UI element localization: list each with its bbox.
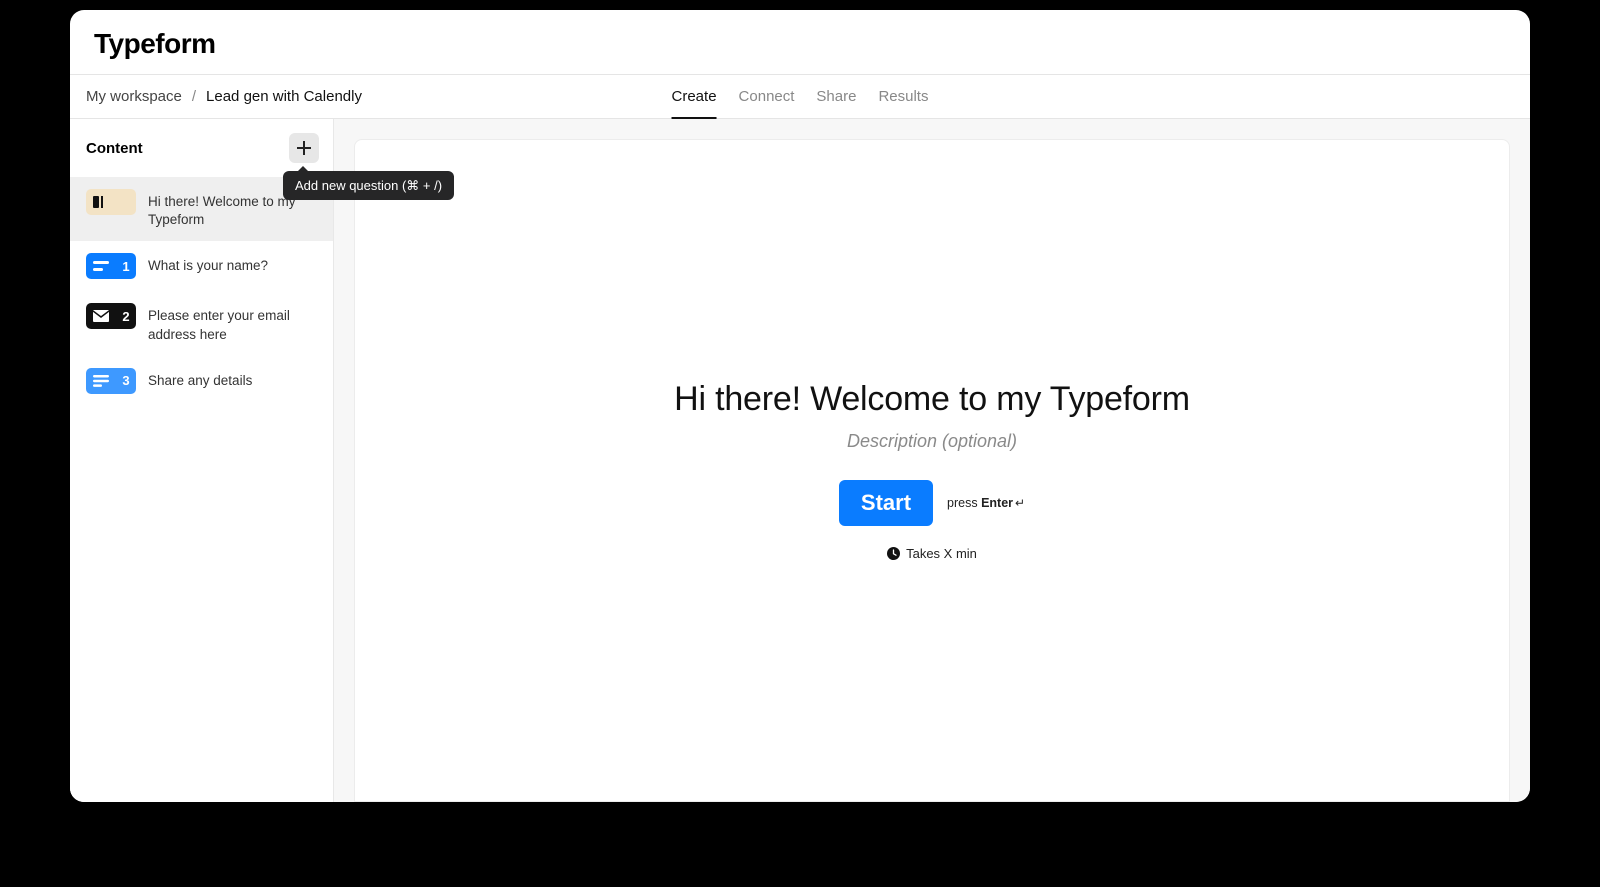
- question-number: 2: [116, 309, 136, 324]
- sidebar-title: Content: [86, 140, 143, 157]
- welcome-screen-icon: [86, 189, 116, 215]
- press-enter-hint: press Enter↵: [947, 496, 1025, 510]
- question-badge: [86, 189, 136, 215]
- breadcrumb-workspace[interactable]: My workspace: [86, 88, 182, 105]
- breadcrumb-separator: /: [192, 88, 196, 105]
- header-row: My workspace / Lead gen with Calendly Cr…: [70, 75, 1530, 119]
- app-window: Typeform My workspace / Lead gen with Ca…: [70, 10, 1530, 802]
- question-badge: 3: [86, 368, 136, 394]
- question-label: Share any details: [148, 368, 252, 390]
- start-row: Start press Enter↵: [612, 480, 1252, 526]
- start-button[interactable]: Start: [839, 480, 933, 526]
- tab-connect[interactable]: Connect: [739, 75, 795, 118]
- takes-time-row: Takes X min: [612, 546, 1252, 561]
- long-text-icon: [86, 368, 116, 394]
- body: Content Add new question (⌘ + /) Hi ther…: [70, 119, 1530, 802]
- question-number: 1: [116, 259, 136, 274]
- breadcrumb: My workspace / Lead gen with Calendly: [86, 88, 362, 105]
- plus-icon: [297, 141, 311, 155]
- brand-logo: Typeform: [94, 28, 1506, 60]
- sidebar-item-question-3[interactable]: 3 Share any details: [70, 356, 333, 406]
- email-icon: [86, 303, 116, 329]
- press-prefix: press: [947, 496, 981, 510]
- enter-icon: ↵: [1015, 496, 1025, 510]
- question-label: Please enter your email address here: [148, 303, 319, 343]
- question-number: 3: [116, 373, 136, 388]
- sidebar: Content Add new question (⌘ + /) Hi ther…: [70, 119, 334, 802]
- tab-create[interactable]: Create: [672, 75, 717, 118]
- takes-time-text: Takes X min: [906, 546, 977, 561]
- add-question-button[interactable]: Add new question (⌘ + /): [289, 133, 319, 163]
- short-text-icon: [86, 253, 116, 279]
- form-canvas: Hi there! Welcome to my Typeform Descrip…: [354, 139, 1510, 802]
- tab-results[interactable]: Results: [878, 75, 928, 118]
- sidebar-item-question-1[interactable]: 1 What is your name?: [70, 241, 333, 291]
- question-badge: 1: [86, 253, 136, 279]
- sidebar-item-question-2[interactable]: 2 Please enter your email address here: [70, 291, 333, 355]
- question-badge: 2: [86, 303, 136, 329]
- tab-bar: Create Connect Share Results: [672, 75, 929, 118]
- press-key: Enter: [981, 496, 1013, 510]
- welcome-title-input[interactable]: Hi there! Welcome to my Typeform: [612, 380, 1252, 419]
- tab-share[interactable]: Share: [816, 75, 856, 118]
- canvas-area: Hi there! Welcome to my Typeform Descrip…: [334, 119, 1530, 802]
- add-question-tooltip: Add new question (⌘ + /): [283, 171, 454, 200]
- clock-icon: [887, 547, 900, 560]
- question-label: What is your name?: [148, 253, 268, 275]
- brand-bar: Typeform: [70, 10, 1530, 75]
- question-list: Hi there! Welcome to my Typeform 1 What …: [70, 177, 333, 416]
- breadcrumb-form[interactable]: Lead gen with Calendly: [206, 88, 362, 105]
- welcome-description-input[interactable]: Description (optional): [612, 431, 1252, 452]
- sidebar-header: Content Add new question (⌘ + /): [70, 119, 333, 177]
- welcome-block: Hi there! Welcome to my Typeform Descrip…: [612, 380, 1252, 561]
